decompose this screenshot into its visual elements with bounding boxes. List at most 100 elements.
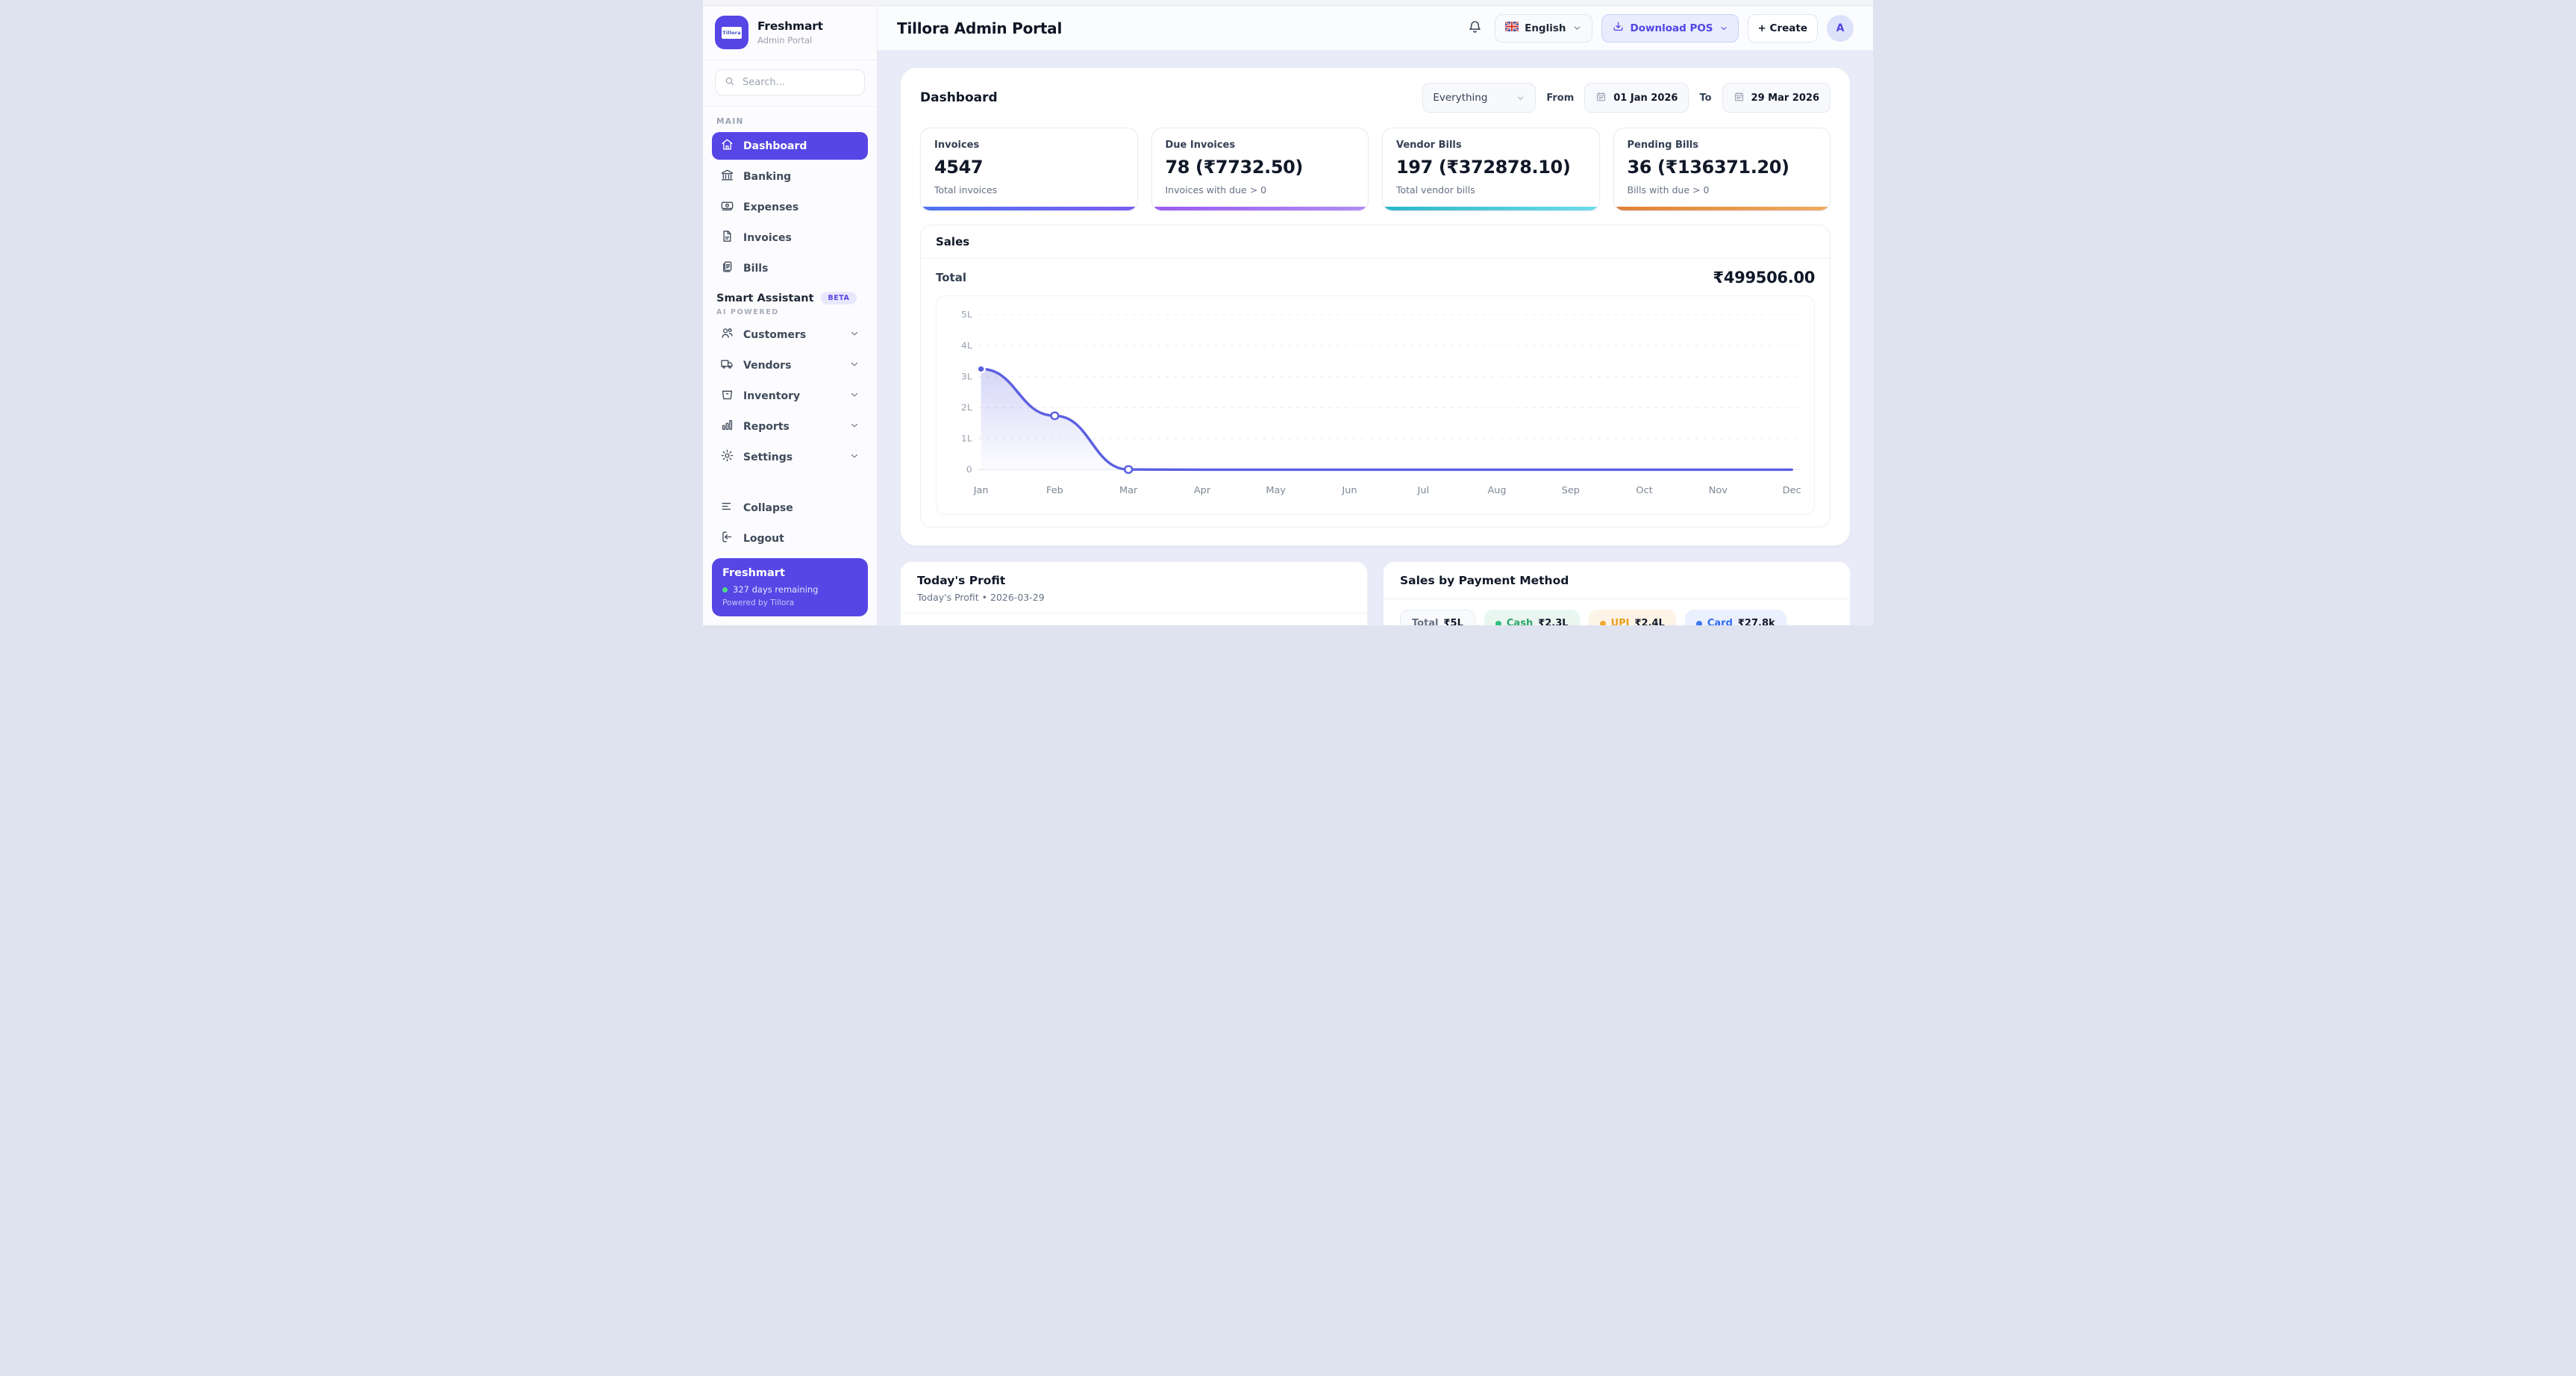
stat-card-invoices: Invoices 4547 Total invoices — [920, 128, 1138, 211]
stat-accent-bar — [921, 207, 1137, 210]
brand-logo: Tillora — [715, 16, 748, 49]
workspace-powered-by: Powered by Tillora — [722, 598, 857, 607]
sidebar-logout-button[interactable]: Logout — [712, 525, 868, 552]
chevron-down-icon — [1516, 93, 1525, 103]
banknote-icon — [720, 198, 734, 216]
divider — [1384, 598, 1850, 599]
svg-text:Mar: Mar — [1119, 484, 1138, 495]
chip-dot — [1600, 621, 1606, 626]
stat-subtitle: Invoices with due > 0 — [1166, 184, 1355, 196]
sidebar-item-vendors[interactable]: Vendors — [712, 351, 868, 379]
sidebar-item-dashboard[interactable]: Dashboard — [712, 132, 868, 160]
sidebar-item-smart-assistant[interactable]: Smart Assistant BETA AI POWERED — [712, 285, 868, 321]
dashboard-card: Dashboard Everything From 01 Jan 2026 To — [900, 67, 1851, 546]
stat-value: 4547 — [934, 157, 1124, 178]
sidebar-search — [703, 60, 877, 107]
create-button[interactable]: + Create — [1748, 14, 1818, 43]
sidebar-item-label: Customers — [743, 329, 806, 341]
chevron-down-icon — [849, 420, 860, 434]
search-input[interactable] — [743, 77, 856, 88]
sidebar-item-reports[interactable]: Reports — [712, 413, 868, 440]
sidebar-item-invoices[interactable]: Invoices — [712, 224, 868, 251]
top-header: Tillora Admin Portal English Download PO… — [878, 6, 1873, 51]
language-selector[interactable]: English — [1495, 14, 1592, 43]
to-date-value: 29 Mar 2026 — [1751, 93, 1819, 104]
range-select[interactable]: Everything — [1422, 83, 1536, 113]
nav-section-label: MAIN — [716, 117, 863, 126]
sidebar-nav: MAIN Dashboard Banking Expenses Invoices… — [703, 107, 877, 625]
users-icon — [720, 326, 734, 343]
sidebar-item-label: Banking — [743, 171, 791, 183]
download-icon — [1612, 20, 1625, 36]
calendar-icon — [1595, 91, 1607, 105]
from-date-value: 01 Jan 2026 — [1613, 93, 1678, 104]
chip-upi: UPI ₹2.4L — [1589, 610, 1676, 625]
from-date-input[interactable]: 01 Jan 2026 — [1584, 83, 1689, 113]
sidebar-item-inventory[interactable]: Inventory — [712, 382, 868, 410]
brand-subtitle: Admin Portal — [757, 35, 823, 46]
sidebar-item-banking[interactable]: Banking — [712, 163, 868, 190]
sidebar-item-label: Dashboard — [743, 140, 807, 152]
invoice-icon — [720, 229, 734, 246]
smart-assistant-subtitle: AI POWERED — [716, 308, 863, 316]
chip-label: Total — [1412, 618, 1439, 625]
stat-value: 78 (₹7732.50) — [1166, 157, 1355, 178]
beta-badge: BETA — [821, 292, 857, 304]
dashboard-title: Dashboard — [920, 90, 998, 105]
avatar[interactable]: A — [1827, 15, 1854, 42]
chip-value: ₹2.3L — [1538, 618, 1568, 625]
sidebar-item-label: Inventory — [743, 390, 800, 402]
workspace-card[interactable]: Freshmart 327 days remaining Powered by … — [712, 558, 868, 616]
svg-text:Dec: Dec — [1783, 484, 1801, 495]
download-pos-label: Download POS — [1631, 22, 1713, 34]
stat-subtitle: Total invoices — [934, 184, 1124, 196]
sidebar-item-label: Bills — [743, 263, 768, 275]
to-date-input[interactable]: 29 Mar 2026 — [1722, 83, 1831, 113]
sidebar-collapse-button[interactable]: Collapse — [712, 494, 868, 522]
svg-text:May: May — [1266, 484, 1286, 495]
sidebar-item-label: Vendors — [743, 360, 791, 372]
sidebar-item-settings[interactable]: Settings — [712, 443, 868, 471]
to-label: To — [1699, 93, 1711, 104]
sidebar-item-expenses[interactable]: Expenses — [712, 193, 868, 221]
top-strip — [703, 0, 1873, 6]
calendar-icon — [1734, 91, 1745, 105]
stat-label: Pending Bills — [1628, 140, 1817, 151]
notifications-button[interactable] — [1464, 16, 1486, 40]
chip-total: Total ₹5L — [1400, 610, 1475, 625]
svg-text:3L: 3L — [961, 372, 972, 382]
brand: Tillora Freshmart Admin Portal — [703, 6, 877, 60]
sidebar-item-label: Expenses — [743, 201, 798, 213]
workspace-name: Freshmart — [722, 567, 857, 579]
chevron-down-icon — [1572, 23, 1582, 33]
svg-text:Jul: Jul — [1416, 484, 1429, 495]
sales-by-payment-card: Sales by Payment Method Total ₹5L Cash ₹… — [1383, 561, 1851, 625]
stats-row: Invoices 4547 Total invoices Due Invoice… — [901, 128, 1850, 211]
svg-text:Jun: Jun — [1341, 484, 1357, 495]
sales-by-payment-title: Sales by Payment Method — [1400, 574, 1833, 587]
svg-text:Apr: Apr — [1194, 484, 1211, 495]
svg-text:2L: 2L — [961, 402, 972, 413]
svg-text:Jan: Jan — [973, 484, 989, 495]
download-pos-button[interactable]: Download POS — [1601, 14, 1739, 43]
sidebar-item-customers[interactable]: Customers — [712, 321, 868, 348]
uk-flag-icon — [1505, 22, 1519, 34]
sidebar-item-label: Reports — [743, 421, 790, 433]
stat-label: Invoices — [934, 140, 1124, 151]
smart-assistant-label: Smart Assistant — [716, 293, 814, 304]
payment-chips: Total ₹5L Cash ₹2.3L UPI ₹2.4L — [1400, 610, 1833, 625]
collapse-label: Collapse — [743, 502, 793, 514]
dashboard-filter-row: Dashboard Everything From 01 Jan 2026 To — [901, 68, 1850, 128]
page-title: Tillora Admin Portal — [897, 19, 1062, 37]
chip-dot — [1696, 621, 1702, 626]
sales-section: Sales Total ₹499506.00 01L2L3L4L5LJanFeb… — [920, 225, 1831, 528]
chevron-down-icon — [849, 451, 860, 464]
svg-text:1L: 1L — [961, 434, 972, 444]
bills-icon — [720, 260, 734, 277]
brand-logo-text: Tillora — [722, 27, 742, 39]
sidebar-item-bills[interactable]: Bills — [712, 254, 868, 282]
stat-card-vendor-bills: Vendor Bills 197 (₹372878.10) Total vend… — [1382, 128, 1600, 211]
svg-text:Aug: Aug — [1487, 484, 1506, 495]
app-window: Tillora Freshmart Admin Portal MAIN Dash… — [703, 0, 1873, 625]
content-area: Dashboard Everything From 01 Jan 2026 To — [878, 51, 1873, 625]
